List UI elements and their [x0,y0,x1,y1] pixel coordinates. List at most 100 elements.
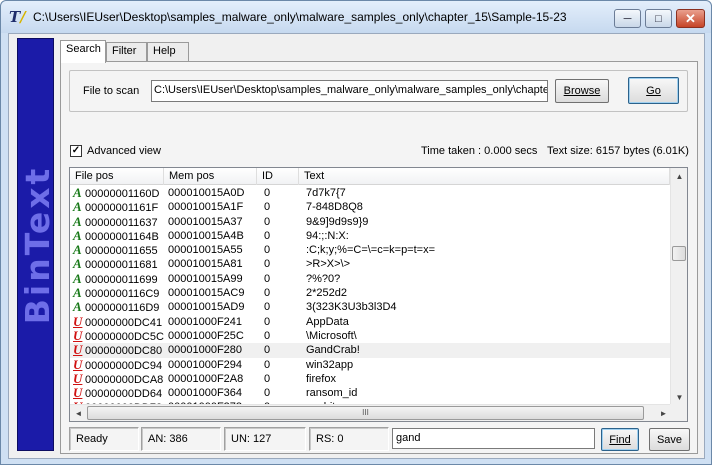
cell-file-pos: U 00000000DCA8 [73,371,164,387]
find-button[interactable]: Find [601,428,639,451]
cell-file-pos: U 00000000DC80 [73,343,162,358]
cell-text: win32app [306,358,354,371]
cell-text: :C;k;y;%=C=\=c=k=p=t=x= [306,244,436,257]
vertical-scroll-thumb[interactable] [672,246,686,261]
bintext-logo-banner: BinText [17,38,54,451]
cell-file-pos: A 0000000116C9 [73,286,159,301]
title-bar: T/ C:\Users\IEUser\Desktop\samples_malwa… [1,1,711,33]
table-row[interactable]: A 000000011655 000010015A55 0:C;k;y;%=C=\=c… [70,243,670,258]
cell-mem-pos: 000010015A4B [168,229,244,242]
horizontal-scrollbar[interactable]: ◄ III ► [70,404,672,421]
column-header-file-pos[interactable]: File pos [70,168,164,185]
save-button[interactable]: Save [649,428,690,451]
cell-text: \Microsoft\ [306,329,357,342]
cell-file-pos: A 00000001160D [73,186,159,201]
cell-id: 0 [264,272,271,285]
tab-search[interactable]: Search [60,40,106,63]
table-row[interactable]: A 000000011699 000010015A99 0 ?%?0? [70,271,670,286]
time-taken-text: Time taken : 0.000 secs [421,145,538,157]
table-row[interactable]: U 00000000DC94 00001000F294 0 win32app [70,356,670,373]
vertical-scrollbar[interactable]: ▲ ▼ [670,168,687,406]
scroll-up-arrow-icon[interactable]: ▲ [671,168,687,185]
bintext-logo-text: BinText [18,165,54,325]
advanced-view-label[interactable]: Advanced view [87,145,161,157]
unicode-string-icon: U [73,313,83,329]
tab-help[interactable]: Help [147,42,189,62]
cell-mem-pos: 00001000F364 [168,387,243,400]
find-input[interactable]: gand [392,428,595,449]
cell-mem-pos: 000010015A99 [168,272,243,285]
cell-text: 2*252d2 [306,287,347,300]
cell-file-pos: A 00000001164B [73,227,159,244]
file-path-input[interactable]: C:\Users\IEUser\Desktop\samples_malware_… [151,80,548,102]
browse-button[interactable]: Browse [555,79,609,103]
cell-text: AppData [306,315,349,328]
cell-mem-pos: 000010015A1F [168,201,244,214]
cell-mem-pos: 00001000F25C [168,329,244,342]
cell-mem-pos: 000010015A0D [168,187,245,199]
tab-filter[interactable]: Filter [106,42,147,62]
column-header-id[interactable]: ID [257,168,299,185]
file-pos-value: 0000000116D9 [85,302,160,315]
scroll-left-arrow-icon[interactable]: ◄ [70,405,87,421]
cell-text: >R>X>\> [306,258,351,271]
close-button[interactable]: ✕ [676,9,705,28]
ansi-string-icon: A [73,256,82,272]
ansi-string-icon: A [73,185,82,200]
cell-id: 0 [264,215,271,228]
cell-mem-pos: 00001000F241 [168,315,243,328]
cell-file-pos: U 00000000DC94 [73,356,162,373]
table-row[interactable]: A 0000000116C9 000010015AC9 0 2*252d2 [70,286,670,301]
cell-id: 0 [264,229,271,242]
table-row[interactable]: A 00000001160D 000010015A0D 0 7d7k7{7 [70,186,670,201]
table-row[interactable]: U 00000000DCA8 00001000F2A8 0 firefox [70,371,670,387]
ansi-string-icon: A [73,227,82,243]
client-area: BinText Search Filter Help File to scan … [8,33,705,459]
cell-text: firefox [306,372,336,385]
table-row[interactable]: A 000000011681 000010015A81 0 >R>X>\> [70,256,670,272]
cell-file-pos: A 00000001161F [73,200,158,215]
go-button[interactable]: Go [628,77,679,104]
table-row[interactable]: U 00000000DC41 00001000F241 0 AppData [70,313,670,329]
cell-mem-pos: 00001000F2A8 [168,372,244,385]
cell-text: ?%?0? [306,272,341,285]
cell-file-pos: A 000000011655 [73,243,158,258]
table-row[interactable]: A 00000001164B 000010015A4B 0 94:;:N:X: [70,227,670,244]
table-row[interactable]: A 00000001161F 000010015A1F 0 7-848D8Q8 [70,200,670,215]
cell-id: 0 [264,244,271,257]
cell-mem-pos: 000010015A81 [168,258,243,271]
cell-text: GandCrab! [306,344,360,357]
cell-file-pos: A 000000011637 [73,213,158,230]
file-pos-value: 000000011699 [85,273,158,286]
column-header-mem-pos[interactable]: Mem pos [164,168,257,185]
table-row[interactable]: U 00000000DC5C 00001000F25C 0 \Microsoft\ [70,327,670,343]
table-row[interactable]: A 0000000116D9 000010015AD9 0 3(323K3U3b3l3D… [70,300,670,315]
horizontal-scroll-thumb[interactable]: III [87,406,644,420]
table-row[interactable]: A 000000011637 000010015A37 0 9&9]9d9s9}9 [70,213,670,230]
table-row[interactable]: U 00000000DD64 00001000F364 0 ransom_id [70,386,670,401]
file-pos-value: 00000000DCA8 [85,373,164,386]
file-pos-value: 00000000DC80 [85,345,163,358]
cell-mem-pos: 000010015AC9 [168,287,245,300]
find-button-label: Find [609,433,631,446]
app-window: T/ C:\Users\IEUser\Desktop\samples_malwa… [0,0,712,465]
save-button-label: Save [656,433,683,446]
unicode-string-icon: U [73,327,83,343]
cell-id: 0 [264,372,271,385]
file-pos-value: 00000000DD64 [85,388,163,401]
cell-file-pos: U 00000000DD64 [73,386,162,401]
cell-text: 9&9]9d9s9}9 [306,215,369,228]
table-row[interactable]: U 00000000DC80 00001000F280 0 GandCrab! [70,343,670,358]
column-header-text[interactable]: Text [299,168,670,185]
cell-id: 0 [264,301,271,314]
unicode-string-icon: U [73,342,83,358]
ansi-string-icon: A [73,213,82,229]
unicode-string-icon: U [73,356,83,372]
search-panel: File to scan C:\Users\IEUser\Desktop\sam… [60,61,698,454]
browse-button-label: Browse [563,85,601,97]
maximize-button[interactable]: □ [645,9,672,28]
minimize-button[interactable]: ─ [614,9,641,28]
strings-list[interactable]: File pos Mem pos ID Text A 00000001160D 00… [69,167,688,422]
file-pos-value: 000000011655 [85,245,158,258]
advanced-view-checkbox[interactable]: ✓ [70,145,82,157]
